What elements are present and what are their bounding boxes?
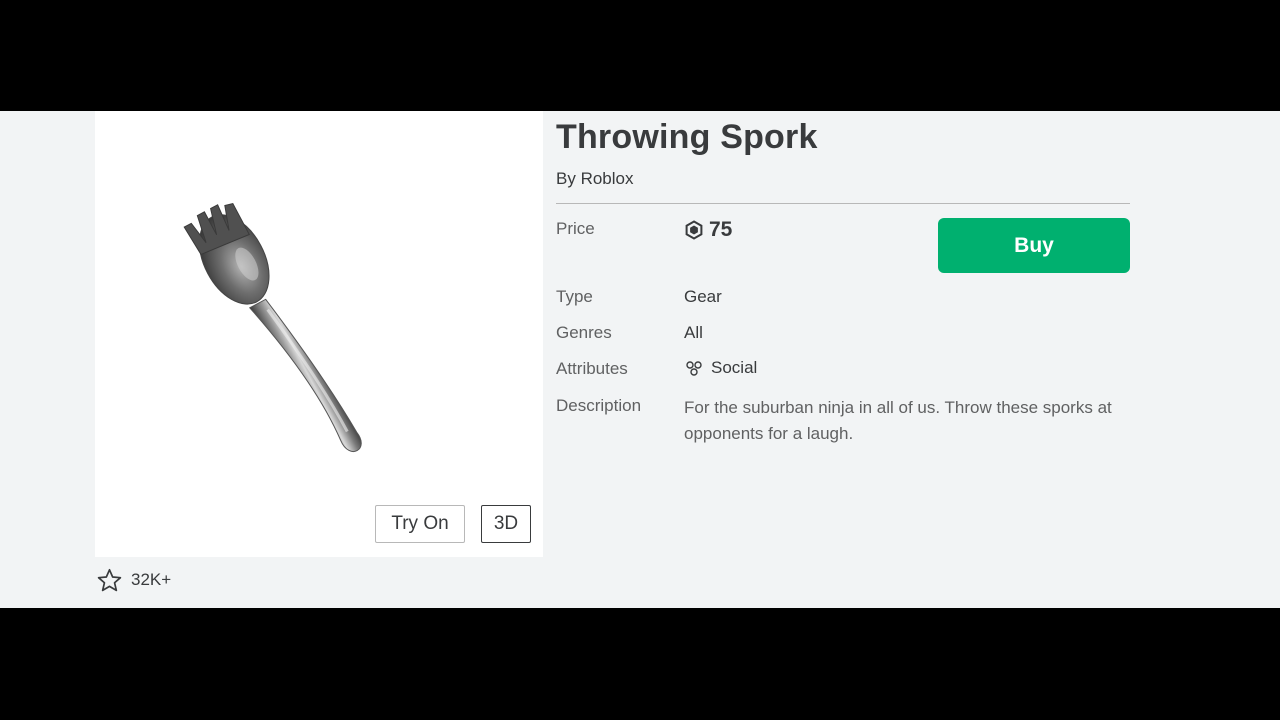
genres-value[interactable]: All <box>684 323 703 343</box>
favorite-count: 32K+ <box>131 570 172 589</box>
view-3d-button[interactable]: 3D <box>481 505 531 543</box>
description-text: For the suburban ninja in all of us. Thr… <box>684 398 1112 443</box>
type-label: Type <box>556 287 593 306</box>
spork-image <box>183 202 362 452</box>
robux-icon <box>685 220 703 240</box>
attributes-label: Attributes <box>556 359 628 378</box>
creator-link[interactable]: Roblox <box>581 169 634 188</box>
genres-label: Genres <box>556 323 612 342</box>
creator-line: By Roblox <box>556 169 634 189</box>
buy-button[interactable]: Buy <box>938 218 1130 273</box>
favorites-row: 32K+ <box>96 566 171 594</box>
item-thumbnail-panel: Try On 3D <box>95 111 543 557</box>
type-value[interactable]: Gear <box>684 287 722 307</box>
social-icon <box>686 361 702 376</box>
price-value: 75 <box>684 218 732 242</box>
description-label: Description <box>556 396 642 415</box>
try-on-button[interactable]: Try On <box>375 505 465 543</box>
catalog-item-page: Try On 3D 32K+ Throwing Spork By Roblox … <box>0 111 1280 608</box>
item-title: Throwing Spork <box>556 118 818 156</box>
attributes-text: Social <box>711 358 758 377</box>
creator-prefix: By <box>556 169 576 188</box>
price-amount: 75 <box>709 218 733 241</box>
divider <box>556 203 1130 204</box>
star-outline-icon[interactable] <box>96 567 123 594</box>
attributes-value: Social <box>684 358 757 378</box>
price-label: Price <box>556 219 595 238</box>
